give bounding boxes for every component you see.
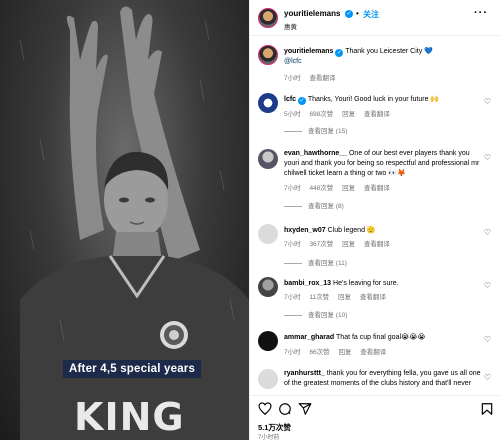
comment-meta: 7小时 448次赞 回复 查看翻译 bbox=[284, 182, 397, 192]
comment-meta: 7小时 11次赞 回复 查看翻译 bbox=[284, 291, 393, 301]
header-username[interactable]: youritielemans bbox=[284, 9, 340, 18]
media-caption: After 4,5 special years bbox=[63, 360, 202, 378]
follow-button[interactable]: 关注 bbox=[363, 9, 379, 20]
view-replies-button[interactable]: 查看回复 (10) bbox=[284, 309, 347, 319]
share-icon[interactable] bbox=[298, 402, 312, 416]
avatar[interactable] bbox=[258, 8, 278, 28]
more-icon[interactable]: ··· bbox=[474, 7, 488, 19]
reply-button[interactable]: 回复 bbox=[342, 185, 355, 192]
heart-icon[interactable] bbox=[258, 402, 272, 416]
translate-button[interactable]: 查看翻译 bbox=[364, 111, 390, 118]
post-actions-bar bbox=[250, 395, 500, 440]
comment-text: Club legend 🫡 bbox=[327, 227, 376, 234]
comment-time: 7小时 bbox=[284, 294, 301, 301]
comment-likes[interactable]: 367次赞 bbox=[309, 241, 333, 248]
comment-likes[interactable]: 66次赞 bbox=[309, 349, 329, 356]
separator-dot: • bbox=[356, 9, 359, 18]
caption-username[interactable]: youritielemans bbox=[284, 48, 333, 55]
comment-text: Thanks, Youri! Good luck in your future … bbox=[307, 96, 440, 103]
heart-icon[interactable]: ♡ bbox=[484, 97, 491, 106]
comment-meta: 5小时 698次赞 回复 查看翻译 bbox=[284, 108, 397, 118]
comment-meta: 7小时 367次赞 回复 查看翻译 bbox=[284, 238, 397, 248]
comment-time: 7小时 bbox=[284, 349, 301, 356]
comment-item: evan_hawthorne__ One of our best ever pl… bbox=[250, 147, 500, 221]
avatar[interactable] bbox=[258, 93, 278, 113]
heart-icon[interactable]: ♡ bbox=[484, 281, 491, 290]
post-time: 7小时前 bbox=[258, 435, 280, 440]
comment-time: 7小时 bbox=[284, 185, 301, 192]
avatar[interactable] bbox=[258, 224, 278, 244]
caption-meta: 7小时 查看翻译 bbox=[284, 72, 342, 82]
avatar[interactable] bbox=[258, 331, 278, 351]
avatar[interactable] bbox=[258, 277, 278, 297]
post-media[interactable]: After 4,5 special years KING bbox=[0, 0, 249, 440]
avatar[interactable] bbox=[258, 369, 278, 389]
translate-button[interactable]: 查看翻译 bbox=[360, 349, 386, 356]
reply-button[interactable]: 回复 bbox=[338, 294, 351, 301]
comments-list[interactable]: youritielemans ✓ Thank you Leicester Cit… bbox=[250, 37, 500, 395]
comment-time: 7小时 bbox=[284, 241, 301, 248]
translate-button[interactable]: 查看翻译 bbox=[309, 75, 335, 82]
location-link[interactable]: 惠黄 bbox=[284, 21, 297, 31]
comment-text: That fa cup final goal😭😭😭 bbox=[336, 334, 426, 341]
comment-username[interactable]: ammar_gharad bbox=[284, 334, 334, 341]
avatar[interactable] bbox=[258, 45, 278, 65]
post-caption: youritielemans ✓ Thank you Leicester Cit… bbox=[250, 45, 500, 90]
verified-icon: ✓ bbox=[298, 97, 307, 105]
comment-icon[interactable] bbox=[278, 402, 292, 416]
comment-meta: 7小时 66次赞 回复 查看翻译 bbox=[284, 346, 393, 356]
comment-username[interactable]: evan_hawthorne__ bbox=[284, 150, 347, 157]
comment-item: lcfc ✓ Thanks, Youri! Good luck in your … bbox=[250, 91, 500, 137]
comment-item: ryanhursttt_ thank you for everything fe… bbox=[250, 367, 500, 395]
caption-tag-link[interactable]: @lcfc bbox=[284, 58, 302, 65]
heart-icon[interactable]: ♡ bbox=[484, 153, 491, 162]
verified-icon: ✓ bbox=[335, 49, 344, 57]
post-modal: After 4,5 special years KING youritielem… bbox=[0, 0, 500, 440]
reply-button[interactable]: 回复 bbox=[342, 111, 355, 118]
comment-text: He's leaving for sure. bbox=[333, 280, 399, 287]
heart-icon[interactable]: ♡ bbox=[484, 335, 491, 344]
comment-time: 5小时 bbox=[284, 111, 301, 118]
translate-button[interactable]: 查看翻译 bbox=[360, 294, 386, 301]
caption-text: Thank you Leicester City 💙 bbox=[345, 48, 433, 55]
comments-panel: youritielemans ✓ • 关注 惠黄 ··· youritielem… bbox=[249, 0, 500, 440]
comment-item: bambi_rox_13 He's leaving for sure. 7小时 … bbox=[250, 275, 500, 323]
bookmark-icon[interactable] bbox=[480, 402, 494, 416]
view-replies-button[interactable]: 查看回复 (11) bbox=[284, 257, 347, 267]
reply-button[interactable]: 回复 bbox=[342, 241, 355, 248]
verified-icon: ✓ bbox=[345, 10, 353, 18]
view-replies-button[interactable]: 查看回复 (15) bbox=[284, 125, 347, 135]
reply-button[interactable]: 回复 bbox=[338, 349, 351, 356]
heart-icon[interactable]: ♡ bbox=[484, 373, 491, 382]
shirt-sponsor-text: KING bbox=[74, 395, 185, 439]
translate-button[interactable]: 查看翻译 bbox=[364, 185, 390, 192]
avatar[interactable] bbox=[258, 149, 278, 169]
post-header: youritielemans ✓ • 关注 惠黄 ··· bbox=[250, 0, 500, 36]
comment-likes[interactable]: 448次赞 bbox=[309, 185, 333, 192]
caption-time: 7小时 bbox=[284, 75, 301, 82]
comment-item: ammar_gharad That fa cup final goal😭😭😭 7… bbox=[250, 329, 500, 361]
comment-likes[interactable]: 698次赞 bbox=[309, 111, 333, 118]
comment-username[interactable]: lcfc bbox=[284, 96, 296, 103]
comment-item: hxyden_w07 Club legend 🫡 7小时 367次赞 回复 查看… bbox=[250, 222, 500, 270]
heart-icon[interactable]: ♡ bbox=[484, 228, 491, 237]
comment-username[interactable]: hxyden_w07 bbox=[284, 227, 326, 234]
translate-button[interactable]: 查看翻译 bbox=[364, 241, 390, 248]
view-replies-button[interactable]: 查看回复 (8) bbox=[284, 200, 344, 210]
comment-likes[interactable]: 11次赞 bbox=[309, 294, 329, 301]
comment-username[interactable]: bambi_rox_13 bbox=[284, 280, 331, 287]
comment-username[interactable]: ryanhursttt_ bbox=[284, 370, 325, 377]
